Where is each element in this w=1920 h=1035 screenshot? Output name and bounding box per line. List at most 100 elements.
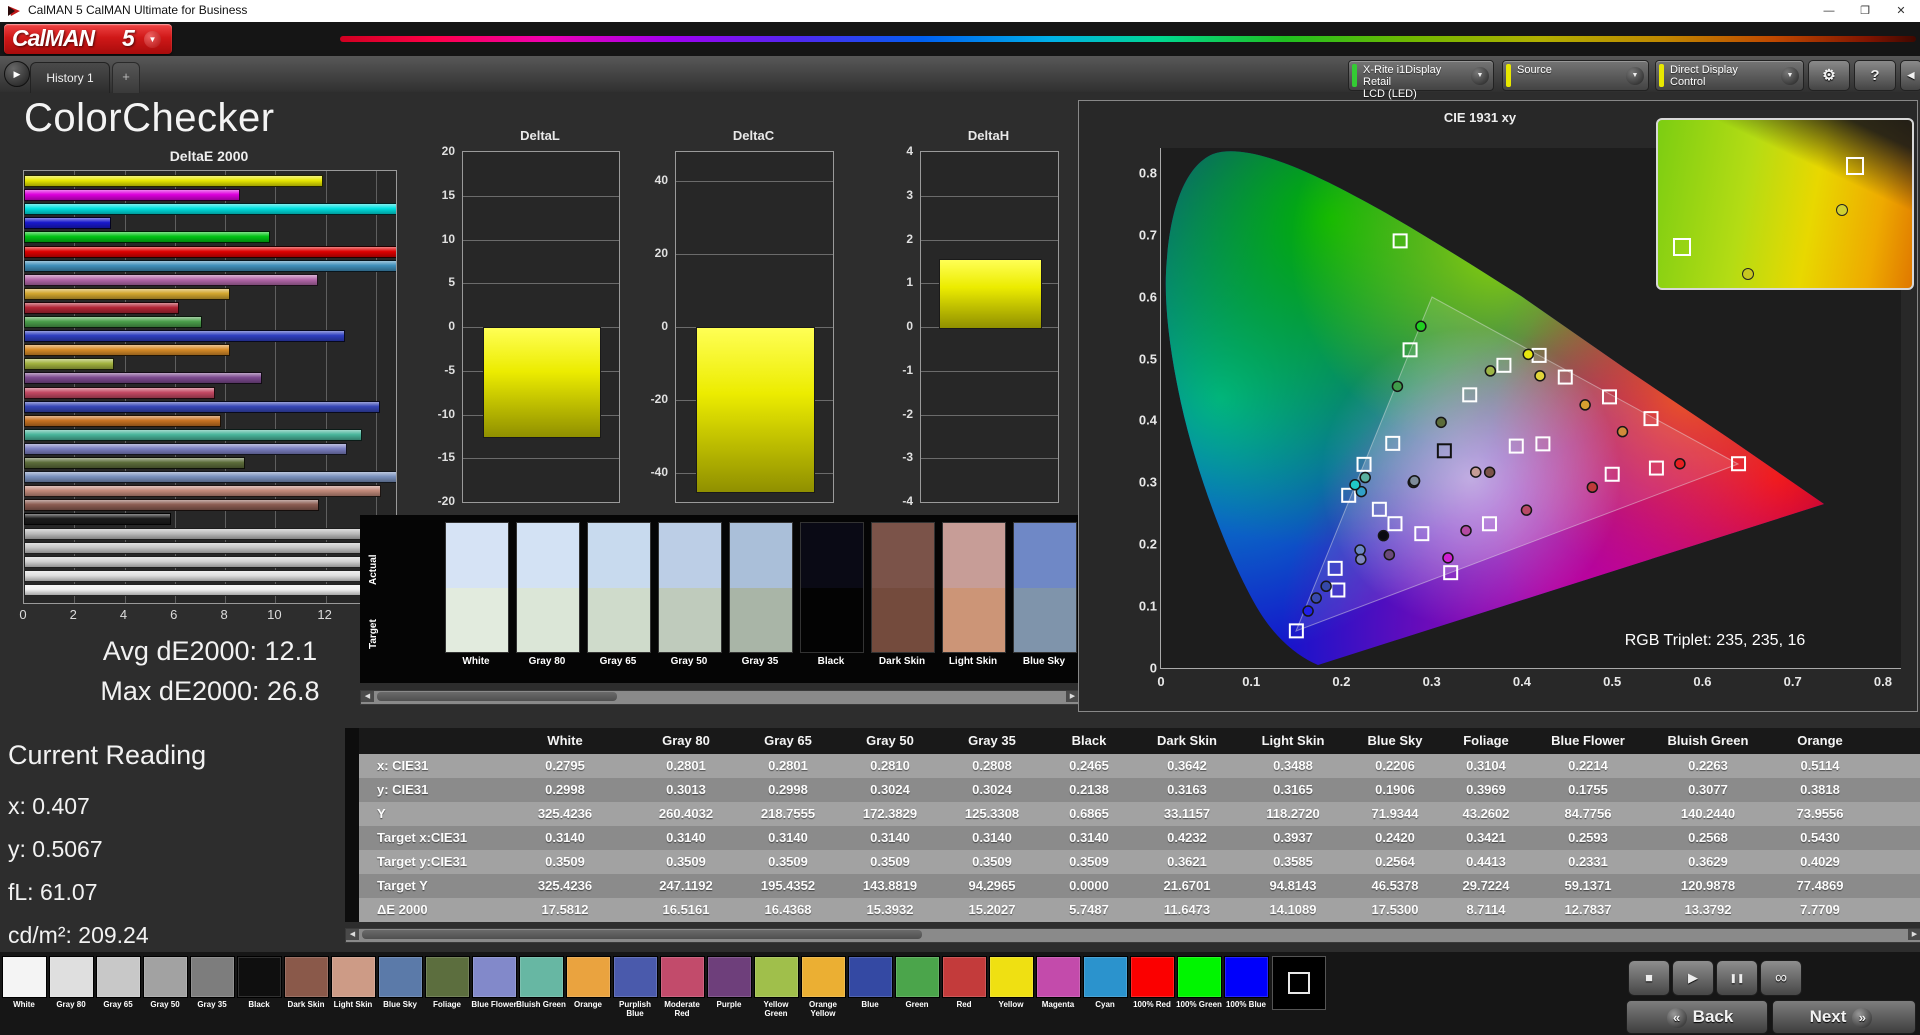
display-control-label: Direct Display Control [1670,64,1738,88]
scroll-left-icon[interactable]: ◀ [361,691,374,702]
table-cell: 0.3488 [1239,754,1347,778]
meter-dropdown[interactable]: X-Rite i1Display Retail LCD (LED) ▼ [1348,60,1494,91]
measured-marker [1321,581,1331,591]
help-icon[interactable]: ? [1854,60,1896,91]
gridline [921,196,1058,197]
source-dropdown[interactable]: Source ▼ [1502,60,1649,91]
patch-label: Black [234,1000,284,1009]
y-tick-label: 0.3 [1119,475,1157,490]
next-button[interactable]: Next» [1772,1000,1916,1034]
table-cell: 0.2810 [839,754,941,778]
gear-icon[interactable]: ⚙ [1808,60,1850,91]
target-swatch [729,588,793,653]
table-cell: 13.3792 [1647,898,1769,922]
stop-button[interactable]: ■ [1628,960,1670,996]
measured-marker [1416,321,1426,331]
chevron-down-icon[interactable]: ▼ [1626,67,1644,85]
swatch-columns: WhiteGray 80Gray 65Gray 50Gray 35BlackDa… [445,515,1078,683]
play-button[interactable]: ▶ [1672,960,1714,996]
logo-dropdown-icon[interactable]: ▼ [144,31,161,48]
column-header: Purp [1871,728,1920,754]
tab-history-1[interactable]: History 1 [30,62,110,93]
delta-bar [483,327,600,438]
y-tick-label: 3 [906,188,913,202]
patch-label: Dark Skin [281,1000,331,1009]
back-button[interactable]: «Back [1626,1000,1768,1034]
swatch-label: Black [794,656,868,667]
delta-bar [696,327,814,493]
loop-button[interactable]: ∞ [1760,960,1802,996]
pause-button[interactable]: ❚❚ [1716,960,1758,996]
y-tick-label: -1 [902,363,913,377]
table-scrollbar[interactable]: ◀ ▶ [345,928,1920,943]
current-reading-x: x: 0.407 [8,793,90,820]
patch-swatch [989,956,1034,998]
table-cell: 0.3163 [1135,778,1239,802]
table-cell: 0.2331 [1529,850,1647,874]
deltal-y-axis: 20151050-5-10-15-20 [422,151,458,501]
measured-marker [1587,482,1597,492]
table-cell: 5.7487 [1043,898,1135,922]
scroll-right-icon[interactable]: ▶ [1908,929,1920,940]
y-tick-label: 40 [655,173,668,187]
source-status-indicator [1506,64,1511,87]
scroll-left-icon[interactable]: ◀ [346,929,359,940]
measured-marker [1523,349,1533,359]
collapse-panel-icon[interactable]: ◀ [1900,60,1920,91]
deltae-bar-dark-skin [24,499,319,511]
rgb-triplet-readout: RGB Triplet: 235, 235, 16 [1560,632,1870,650]
deltae-bar-green [24,316,202,328]
patch-label: Magenta [1033,1000,1083,1009]
chevron-down-icon[interactable]: ▼ [1781,67,1799,85]
measured-marker [1409,476,1419,486]
table-cell: 33.1157 [1135,802,1239,826]
deltal-chart-title: DeltaL [462,128,618,143]
y-tick-label: 0.7 [1119,227,1157,242]
x-tick-label: 0.2 [1332,674,1350,689]
measurement-table: WhiteGray 80Gray 65Gray 50Gray 35BlackDa… [345,728,1920,922]
deltae-bar-100-green [24,231,270,243]
deltah-plot [920,151,1059,503]
patch-label: Purple [704,1000,754,1009]
table-cell: 0.2998 [495,778,635,802]
scrollbar-thumb[interactable] [362,930,922,939]
table-cell: 0.3509 [635,850,737,874]
target-swatch [445,588,509,653]
swatch-strip-scrollbar[interactable]: ◀ ▶ [360,690,1080,705]
deltae-bar-orange-yellow [24,344,230,356]
calman-logo-button[interactable]: CalMAN 5 ▼ [4,24,172,54]
table-cell: 0.3621 [1135,850,1239,874]
patch-label: Yellow Green [751,1000,801,1018]
table-cell: 14.1 [1871,898,1920,922]
chevron-down-icon[interactable]: ▼ [1471,67,1489,85]
table-cell: 0.3140 [1043,826,1135,850]
row-label: Target Y [345,874,495,898]
scrollbar-thumb[interactable] [377,692,617,701]
table-cell: 0.16 [1871,850,1920,874]
patch-swatch [1224,956,1269,998]
row-label: x: CIE31 [345,754,495,778]
deltae-bar-orange [24,415,221,427]
patch-swatch [519,956,564,998]
delta-bar [939,259,1042,329]
patch-swatch [707,956,752,998]
workflow-nav-button[interactable]: ▶ [4,61,30,87]
close-icon[interactable]: ✕ [1884,0,1918,22]
x-tick-label: 10 [267,607,281,622]
swatch-label: Blue Sky [1007,656,1078,667]
measured-marker [1355,545,1365,555]
table-cell: 172.3829 [839,802,941,826]
gridline [921,415,1058,416]
patch-label: White [0,1000,49,1009]
maximize-icon[interactable]: ❐ [1848,0,1882,22]
column-header: White [495,728,635,754]
swatch-label: Gray 35 [723,656,797,667]
table-cell: 0.2420 [1347,826,1443,850]
add-tab-button[interactable]: + [112,62,140,93]
actual-swatch [871,522,935,590]
x-tick-label: 0.8 [1874,674,1892,689]
measured-marker [1675,459,1685,469]
minimize-icon[interactable]: — [1812,0,1846,22]
display-control-dropdown[interactable]: Direct Display Control ▼ [1655,60,1804,91]
table-cell: 0.3509 [1043,850,1135,874]
